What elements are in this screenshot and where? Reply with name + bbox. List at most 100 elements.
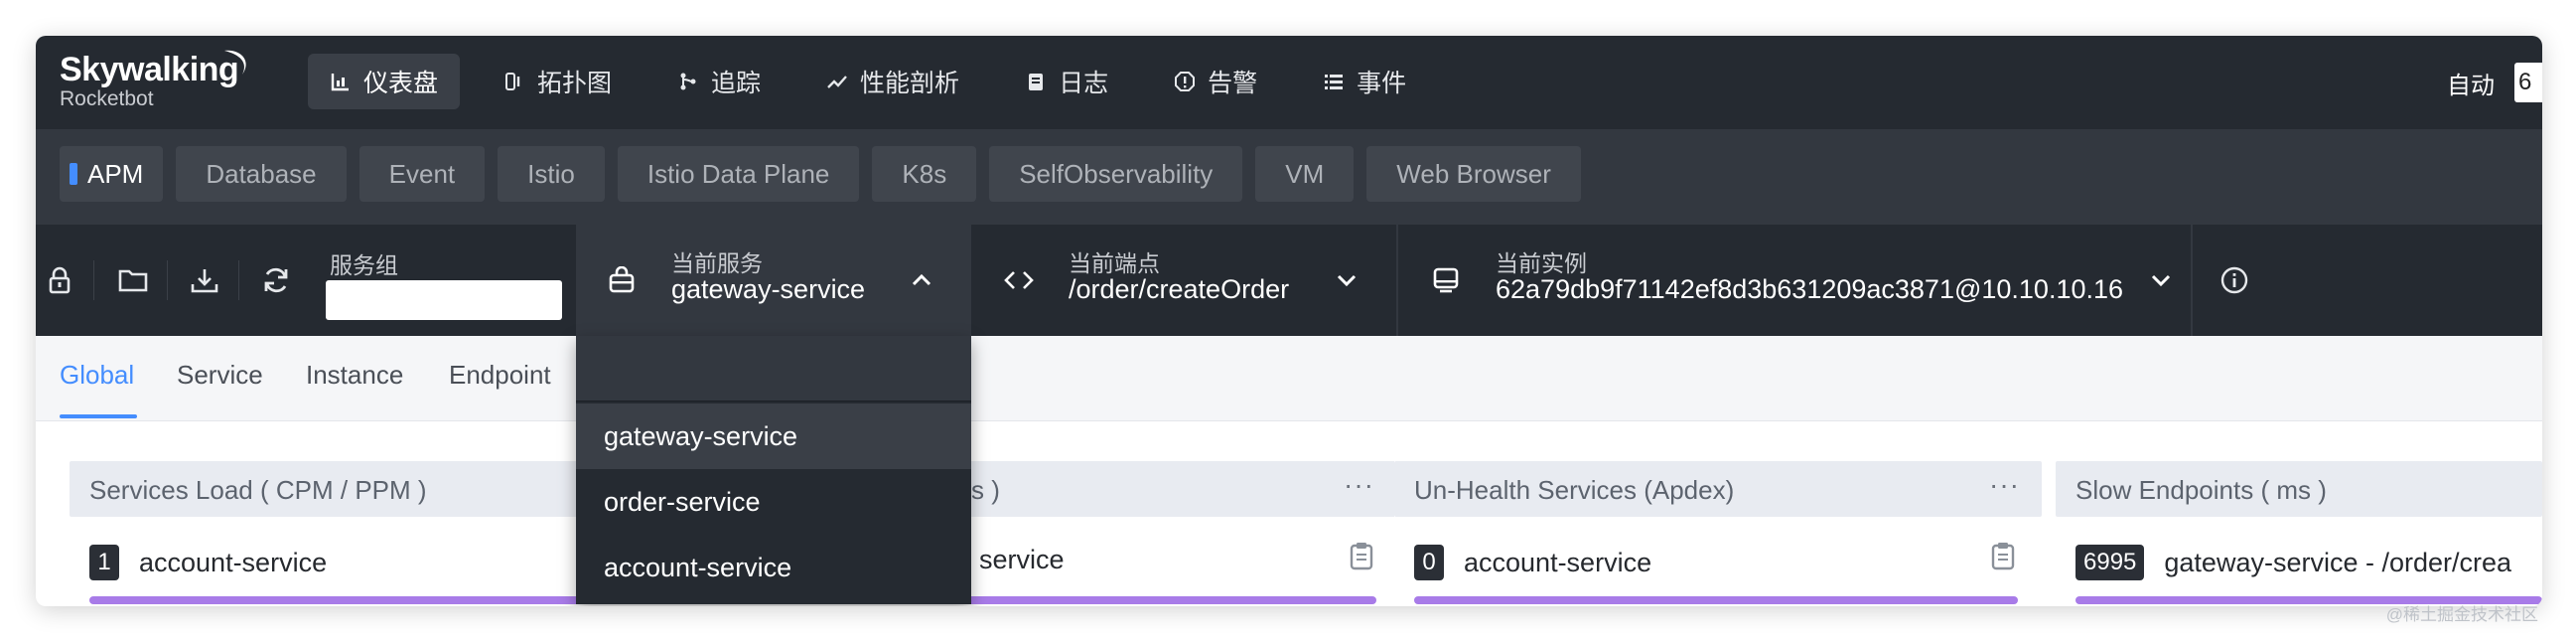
current-instance-label: 当前实例 xyxy=(1496,250,1587,276)
tool-divider xyxy=(93,260,94,300)
template-tab-event[interactable]: Event xyxy=(358,146,486,202)
template-tab-web-browser[interactable]: Web Browser xyxy=(1366,146,1581,202)
tool-divider xyxy=(167,260,168,300)
template-tab-istio[interactable]: Istio xyxy=(498,146,605,202)
active-tab-underline xyxy=(60,414,137,418)
current-service-label: 当前服务 xyxy=(671,250,763,276)
widget-slow-endpoints: Slow Endpoints ( ms ) 6995 gateway-servi… xyxy=(2056,461,2542,606)
service-name: account-service xyxy=(1464,547,1652,577)
nav-item-trace[interactable]: 追踪 xyxy=(655,54,783,109)
more-icon[interactable]: ··· xyxy=(1344,469,1374,501)
endpoint-name: gateway-service - /order/crea xyxy=(2164,547,2512,577)
tab-service[interactable]: Service xyxy=(177,360,263,391)
dashboard-icon xyxy=(330,71,352,92)
nav-item-alarm[interactable]: 告警 xyxy=(1152,54,1279,109)
current-endpoint-value[interactable]: /order/createOrder xyxy=(1069,274,1289,305)
chevron-up-icon xyxy=(904,262,939,298)
nav-item-log[interactable]: 日志 xyxy=(1003,54,1130,109)
nav-item-label: 性能剖析 xyxy=(860,70,960,97)
watermark: @稀土掘金技术社区 xyxy=(2385,605,2538,624)
tab-global[interactable]: Global xyxy=(60,360,134,391)
toolbar-divider xyxy=(1396,225,1398,336)
template-tab-istio-data-plane[interactable]: Istio Data Plane xyxy=(617,146,860,202)
chevron-down-icon[interactable] xyxy=(2143,262,2179,298)
logo[interactable]: Skywalking Rocketbot xyxy=(60,50,246,111)
logo-title: Skywalking xyxy=(60,51,239,88)
log-icon xyxy=(1025,71,1047,92)
template-tab-label: APM xyxy=(87,158,144,189)
info-icon[interactable] xyxy=(2217,262,2252,298)
template-tab-database[interactable]: Database xyxy=(176,146,347,202)
widget-title: Un-Health Services (Apdex) xyxy=(1414,475,1735,505)
service-name: service xyxy=(979,545,1065,574)
tab-instance[interactable]: Instance xyxy=(306,360,403,391)
clipboard-icon[interactable] xyxy=(1990,541,2018,572)
lock-icon[interactable] xyxy=(42,262,77,298)
list-item[interactable]: 6995 gateway-service - /order/crea xyxy=(2075,545,2511,580)
service-name: account-service xyxy=(139,547,328,577)
list-item[interactable]: 0 account-service xyxy=(1414,545,1651,580)
current-instance-value[interactable]: 62a79db9f71142ef8d3b631209ac3871@10.10.1… xyxy=(1496,274,2123,305)
nav-item-topology[interactable]: 拓扑图 xyxy=(482,54,634,109)
nav-item-label: 告警 xyxy=(1208,70,1258,97)
list-item[interactable]: 1 account-service xyxy=(89,545,327,580)
template-tab-apm[interactable]: APM xyxy=(60,146,164,202)
widget-unhealth-services: Un-Health Services (Apdex) ··· 0 account… xyxy=(1394,461,2042,606)
nav-item-event[interactable]: 事件 xyxy=(1301,54,1428,109)
nav-item-profiling[interactable]: 性能剖析 xyxy=(804,54,981,109)
dropdown-option-account-service[interactable]: account-service xyxy=(576,535,971,600)
nav-item-label: 日志 xyxy=(1059,70,1109,97)
download-icon[interactable] xyxy=(187,262,222,298)
nav-item-label: 事件 xyxy=(1357,70,1407,97)
widget-header: Slow Endpoints ( ms ) xyxy=(2056,461,2542,517)
value-badge: 1 xyxy=(89,545,119,580)
template-tab-vm[interactable]: VM xyxy=(1255,146,1355,202)
auto-refresh-input[interactable]: 6 xyxy=(2514,63,2542,102)
auto-refresh: 自动 6 xyxy=(2447,63,2542,102)
template-tab-selfobservability[interactable]: SelfObservability xyxy=(989,146,1243,202)
widget-title: s ) xyxy=(971,475,1000,505)
logo-swoosh-icon xyxy=(224,50,246,75)
template-bar: APM Database Event Istio Istio Data Plan… xyxy=(36,129,2542,225)
code-icon xyxy=(1001,262,1037,298)
topology-icon xyxy=(503,71,525,92)
service-icon xyxy=(604,262,640,298)
dashboard-tabs: Global Service Instance Endpoint xyxy=(36,336,2542,421)
nav-item-dashboard[interactable]: 仪表盘 xyxy=(308,54,461,109)
template-tab-k8s[interactable]: K8s xyxy=(872,146,977,202)
profile-icon xyxy=(826,71,848,92)
tool-bar: 服务组 当前服务 gateway-service 当前端点 /order/cre… xyxy=(36,225,2542,336)
chevron-down-icon[interactable] xyxy=(1329,262,1364,298)
trace-icon xyxy=(677,71,699,92)
nav-item-label: 仪表盘 xyxy=(363,70,439,97)
logo-subtitle: Rocketbot xyxy=(60,87,154,110)
folder-icon[interactable] xyxy=(115,262,151,298)
dropdown-option-gateway-service[interactable]: gateway-service xyxy=(576,403,971,469)
nav-item-label: 追踪 xyxy=(711,70,762,97)
service-group-label: 服务组 xyxy=(330,252,398,278)
service-dropdown: gateway-service order-service account-se… xyxy=(576,336,971,604)
value-badge: 0 xyxy=(1414,545,1444,580)
dropdown-option-order-service[interactable]: order-service xyxy=(576,469,971,535)
more-icon[interactable]: ··· xyxy=(1989,469,2020,501)
active-marker-icon xyxy=(70,163,77,185)
nav-item-label: 拓扑图 xyxy=(537,70,613,97)
value-bar xyxy=(1414,596,2018,604)
value-badge: 6995 xyxy=(2075,545,2145,580)
dropdown-search-input[interactable] xyxy=(576,336,971,402)
refresh-icon[interactable] xyxy=(258,262,294,298)
current-service-selector[interactable]: 当前服务 gateway-service xyxy=(576,225,971,336)
current-service-value: gateway-service xyxy=(671,274,866,304)
clipboard-icon[interactable] xyxy=(1349,541,1376,572)
tool-divider xyxy=(238,260,239,300)
list-item[interactable]: service xyxy=(979,545,1065,575)
widget-header: Un-Health Services (Apdex) ··· xyxy=(1394,461,2042,517)
auto-refresh-label: 自动 xyxy=(2447,72,2495,99)
current-endpoint-label: 当前端点 xyxy=(1069,250,1160,276)
main-nav: 仪表盘 拓扑图 追踪 性能剖析 日志 告警 事件 xyxy=(308,54,1450,109)
app-window: Skywalking Rocketbot 仪表盘 拓扑图 追踪 性能剖析 日志 … xyxy=(36,36,2542,606)
tab-endpoint[interactable]: Endpoint xyxy=(449,360,551,391)
service-group-input[interactable] xyxy=(326,280,562,320)
toolbar-divider xyxy=(2191,225,2193,336)
event-icon xyxy=(1323,71,1345,92)
